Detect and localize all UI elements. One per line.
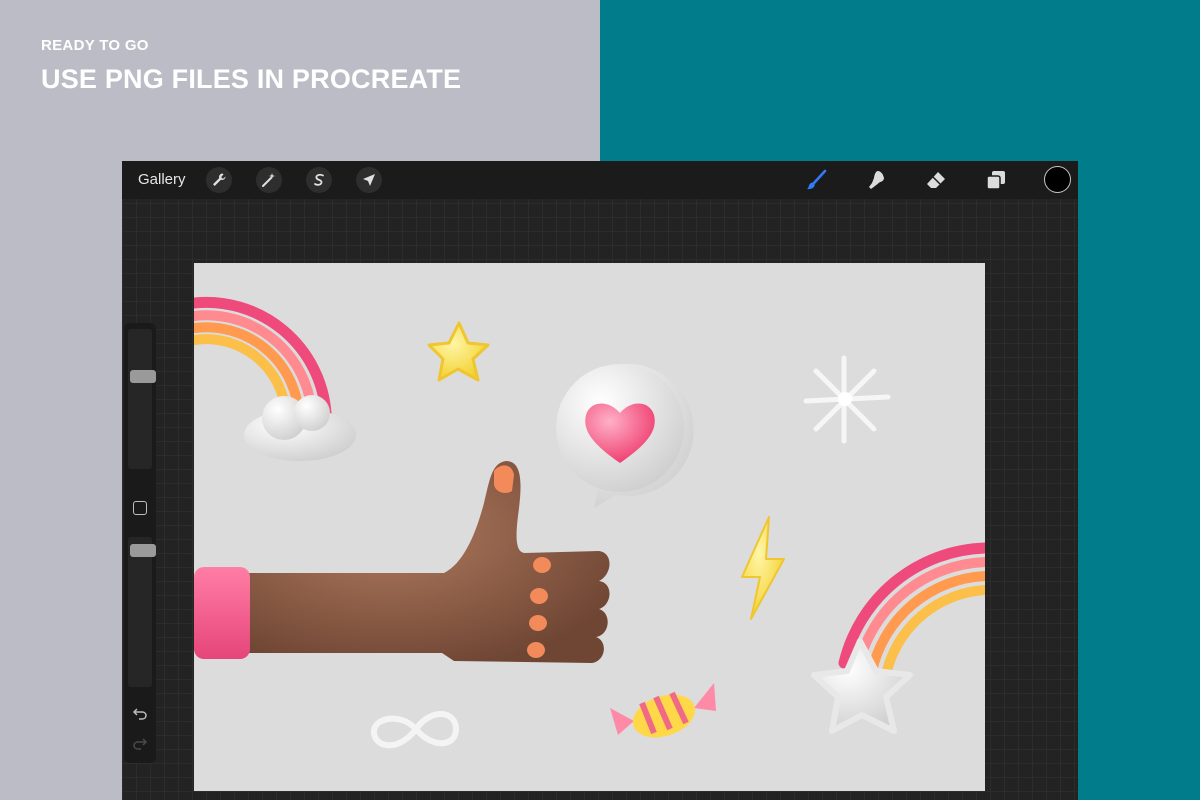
adjustments-button[interactable] bbox=[256, 167, 282, 193]
opacity-slider[interactable] bbox=[128, 537, 156, 687]
layers-button[interactable] bbox=[984, 168, 1008, 192]
smudge-finger-icon bbox=[869, 171, 884, 189]
eraser-tool-button[interactable] bbox=[924, 168, 948, 192]
promo-kicker: READY TO GO bbox=[41, 37, 149, 54]
sparkle-sticker bbox=[803, 355, 891, 444]
brush-size-thumb[interactable] bbox=[130, 370, 156, 383]
infinity-sticker bbox=[371, 711, 460, 749]
undo-icon[interactable] bbox=[132, 705, 148, 721]
candy-sticker bbox=[610, 683, 716, 738]
drawing-canvas[interactable] bbox=[194, 263, 985, 791]
gallery-button[interactable]: Gallery bbox=[138, 171, 186, 188]
arrow-cursor-icon bbox=[363, 174, 375, 186]
redo-icon[interactable] bbox=[132, 735, 148, 751]
procreate-app: Gallery bbox=[122, 161, 1078, 800]
yellow-star-sticker bbox=[427, 321, 490, 382]
brush-icon bbox=[807, 169, 827, 190]
promo-title: USE PNG FILES IN PROCREATE bbox=[41, 64, 462, 94]
lightning-bolt-sticker bbox=[741, 516, 785, 620]
layers-icon bbox=[986, 171, 1005, 190]
selection-button[interactable] bbox=[306, 167, 332, 193]
magic-wand-icon bbox=[262, 173, 275, 187]
left-sidebar bbox=[124, 323, 156, 763]
top-toolbar: Gallery bbox=[122, 161, 1078, 199]
rainbow-star-sticker bbox=[811, 542, 985, 734]
canvas-artwork bbox=[194, 296, 985, 749]
selection-s-icon bbox=[314, 173, 324, 186]
opacity-thumb[interactable] bbox=[130, 544, 156, 557]
modifier-button[interactable] bbox=[133, 501, 147, 515]
eraser-icon bbox=[927, 172, 945, 188]
heart-bubble-sticker bbox=[556, 364, 694, 508]
wrench-icon bbox=[213, 173, 226, 186]
actions-button[interactable] bbox=[206, 167, 232, 193]
rainbow-cloud-sticker bbox=[194, 296, 356, 461]
transform-button[interactable] bbox=[356, 167, 382, 193]
smudge-tool-button[interactable] bbox=[864, 168, 888, 192]
thumbs-up-hand-sticker bbox=[194, 461, 610, 663]
brush-tool-button[interactable] bbox=[804, 168, 828, 192]
brush-size-slider[interactable] bbox=[128, 329, 156, 469]
color-picker-button[interactable] bbox=[1044, 166, 1071, 193]
